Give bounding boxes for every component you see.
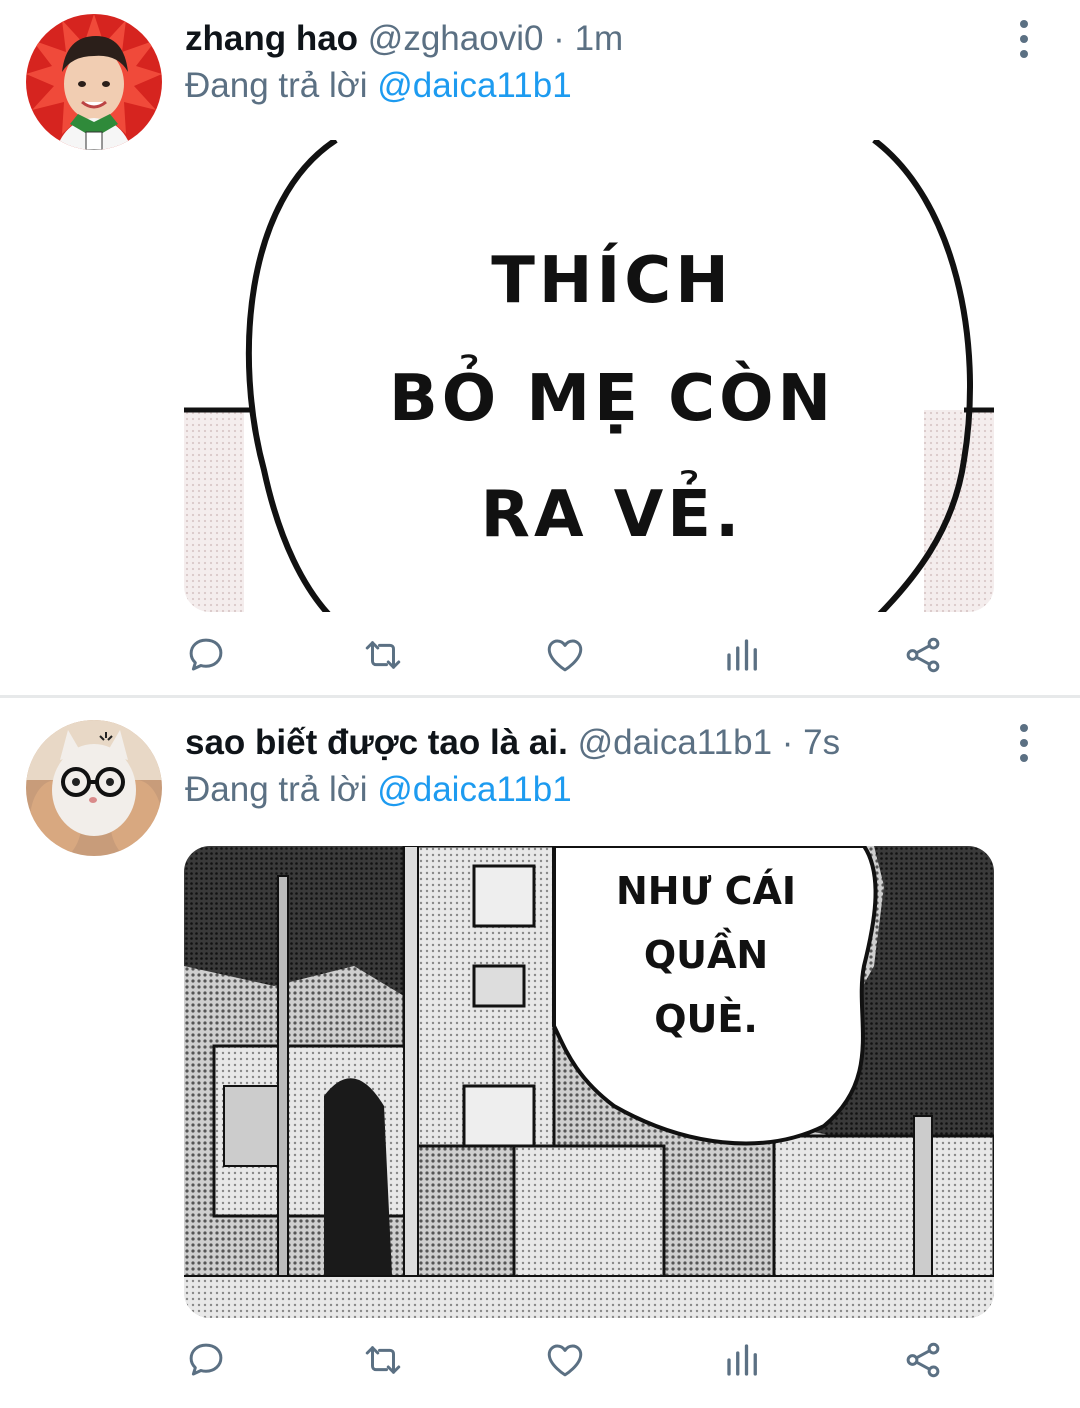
display-name[interactable]: sao biết được tao là ai.: [185, 723, 568, 762]
media-text-line-2: QUẦN: [644, 928, 768, 977]
reply-mention[interactable]: @daica11b1: [377, 770, 571, 809]
tweet-header: zhang hao @zghaovi0 · 1m: [185, 14, 623, 64]
reply-icon[interactable]: [176, 625, 236, 685]
separator: ·: [553, 19, 565, 58]
media-text-line-1: THÍCH: [491, 242, 733, 318]
media-text-line-2: BỎ MẸ CÒN: [389, 354, 835, 436]
handle[interactable]: @daica11b1: [578, 723, 772, 762]
tweet-actions: [0, 1330, 1080, 1390]
separator: ·: [781, 723, 794, 762]
timestamp[interactable]: 1m: [575, 19, 624, 58]
reply-prefix: Đang trả lời: [185, 66, 368, 105]
retweet-icon[interactable]: [353, 1330, 413, 1390]
media-text-line-3: RA VẺ.: [481, 470, 744, 552]
reply-context: Đang trả lời @daica11b1: [185, 766, 572, 814]
reply-mention[interactable]: @daica11b1: [377, 66, 571, 105]
tweet-header: sao biết được tao là ai. @daica11b1 · 7s: [185, 718, 840, 768]
more-vertical-icon[interactable]: [1004, 718, 1044, 768]
reply-icon[interactable]: [176, 1330, 236, 1390]
avatar[interactable]: [26, 14, 162, 150]
share-icon[interactable]: [893, 1330, 953, 1390]
media-text-line-1: NHƯ CÁI: [616, 869, 796, 913]
share-icon[interactable]: [893, 625, 953, 685]
display-name[interactable]: zhang hao: [185, 19, 358, 58]
reply-context: Đang trả lời @daica11b1: [185, 62, 572, 110]
reply-prefix: Đang trả lời: [185, 770, 368, 809]
media-text-line-3: QUÈ.: [654, 997, 758, 1041]
like-icon[interactable]: [535, 1330, 595, 1390]
manga-street-image: NHƯ CÁI QUẦN QUÈ.: [184, 846, 994, 1318]
tweet-media[interactable]: NHƯ CÁI QUẦN QUÈ.: [184, 846, 994, 1318]
tweet-1[interactable]: zhang hao @zghaovi0 · 1m Đang trả lời @d…: [0, 0, 1080, 697]
like-icon[interactable]: [535, 625, 595, 685]
analytics-icon[interactable]: [713, 1330, 773, 1390]
manga-panel-image: THÍCH BỎ MẸ CÒN RA VẺ.: [184, 140, 994, 612]
tweet-2[interactable]: sao biết được tao là ai. @daica11b1 · 7s…: [0, 700, 1080, 1408]
handle[interactable]: @zghaovi0: [368, 19, 544, 58]
more-vertical-icon[interactable]: [1004, 14, 1044, 64]
timestamp[interactable]: 7s: [803, 723, 840, 762]
retweet-icon[interactable]: [353, 625, 413, 685]
tweet-media[interactable]: THÍCH BỎ MẸ CÒN RA VẺ.: [184, 140, 994, 612]
tweet-divider: [0, 695, 1080, 698]
tweet-actions: [0, 625, 1080, 685]
analytics-icon[interactable]: [713, 625, 773, 685]
avatar[interactable]: [26, 720, 162, 856]
